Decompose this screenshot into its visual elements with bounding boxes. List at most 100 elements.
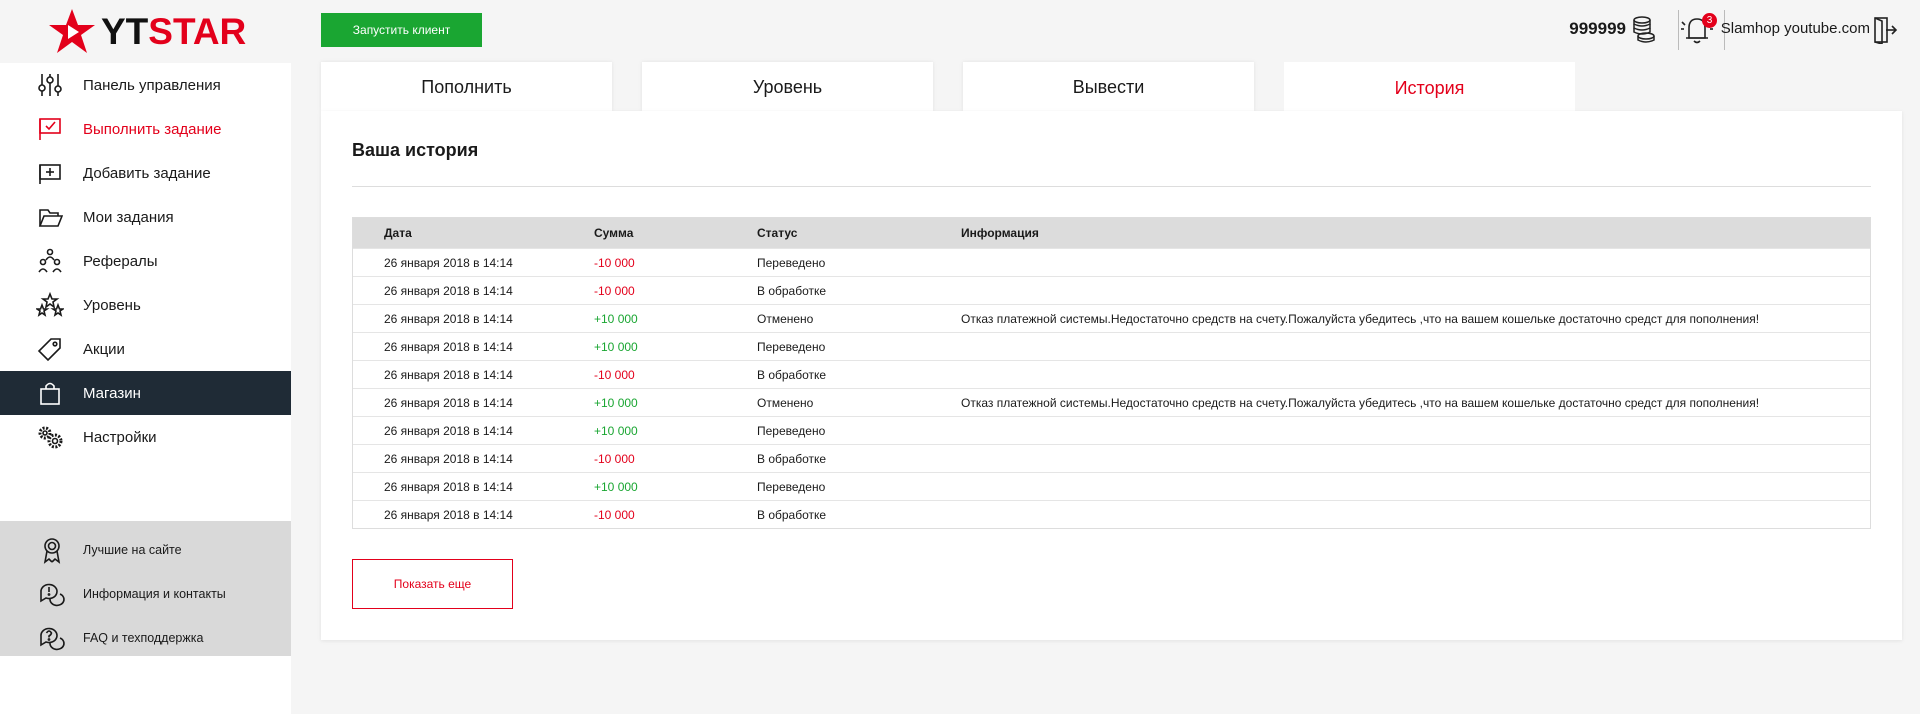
table-row: 26 января 2018 в 14:14 -10 000 Переведено [353,248,1870,276]
notifications-badge: 3 [1702,13,1717,28]
coins-icon [1633,16,1655,43]
tab-level[interactable]: Уровень [642,62,933,112]
cell-sum: +10 000 [594,479,638,494]
cell-info: Отказ платежной системы.Недостаточно сре… [961,311,1760,326]
cell-sum: +10 000 [594,339,638,354]
tab-withdraw[interactable]: Вывести [963,62,1254,112]
show-more-button[interactable]: Показать еще [352,559,513,609]
cell-status: Отменено [757,311,814,326]
cell-status: В обработке [757,367,827,382]
gears-icon [35,422,65,452]
column-header-sum: Сумма [594,226,634,240]
column-header-date: Дата [384,226,412,240]
cell-status: В обработке [757,507,827,522]
launch-client-button[interactable]: Запустить клиент [321,13,482,47]
sidebar-item-level[interactable]: Уровень [0,283,291,327]
logo[interactable]: YTSTAR [47,4,246,60]
logout-icon[interactable] [1872,16,1898,44]
cell-date: 26 января 2018 в 14:14 [384,479,513,494]
cell-date: 26 января 2018 в 14:14 [384,283,513,298]
column-header-status: Статус [757,226,798,240]
cell-date: 26 января 2018 в 14:14 [384,339,513,354]
sidebar-item-info[interactable]: Информация и контакты [0,572,291,616]
sidebar-item-dashboard[interactable]: Панель управления [0,63,291,107]
cell-sum: -10 000 [594,507,635,522]
history-table: Дата Сумма Статус Информация 26 января 2… [352,217,1871,529]
table-row: 26 января 2018 в 14:14 +10 000 Переведено [353,332,1870,360]
sliders-icon [35,70,65,100]
tag-icon [35,334,65,364]
cell-sum: +10 000 [594,423,638,438]
sidebar-item-best[interactable]: Лучшие на сайте [0,528,291,572]
sidebar-item-label: Магазин [83,384,141,402]
sidebar-item-label: Акции [83,340,125,358]
sidebar-item-faq[interactable]: FAQ и техподдержка [0,616,291,660]
table-header: Дата Сумма Статус Информация [353,218,1870,248]
referrals-icon [35,246,65,276]
sidebar-item-add-task[interactable]: Добавить задание [0,151,291,195]
sidebar-item-label: Добавить задание [83,164,211,182]
tab-deposit[interactable]: Пополнить [321,62,612,112]
brand-name: YTSTAR [101,11,247,52]
sidebar-item-label: Информация и контакты [83,587,226,601]
cell-status: Отменено [757,395,814,410]
chat-question-icon [37,623,67,653]
cell-sum: -10 000 [594,367,635,382]
cell-date: 26 января 2018 в 14:14 [384,255,513,270]
cell-date: 26 января 2018 в 14:14 [384,451,513,466]
cell-status: Переведено [757,423,826,438]
column-header-info: Информация [961,226,1039,240]
table-row: 26 января 2018 в 14:14 -10 000 В обработке [353,500,1870,528]
folder-icon [35,202,65,232]
sidebar-item-label: Выполнить задание [83,120,222,138]
cell-status: Переведено [757,255,826,270]
bag-icon [35,378,65,408]
page-title: Ваша история [352,140,479,160]
secondary-menu: Лучшие на сайте Информация и контакты FA… [0,521,291,656]
table-row: 26 января 2018 в 14:14 +10 000 Отменено Отк… [353,304,1870,332]
star-logo-icon [49,9,95,53]
chat-info-icon [37,579,67,609]
cell-sum: -10 000 [594,451,635,466]
cell-status: В обработке [757,283,827,298]
table-row: 26 января 2018 в 14:14 -10 000 В обработке [353,444,1870,472]
cell-date: 26 января 2018 в 14:14 [384,423,513,438]
sidebar-item-do-task[interactable]: Выполнить задание [0,107,291,151]
sidebar-item-label: Настройки [83,428,157,446]
sidebar-item-my-tasks[interactable]: Мои задания [0,195,291,239]
cell-sum: -10 000 [594,255,635,270]
top-bar: Запустить клиент 999999 3 Slamhop youtub… [291,0,1920,62]
sidebar-item-shop[interactable]: Магазин [0,371,291,415]
username[interactable]: Slamhop youtube.com [1721,20,1870,37]
table-row: 26 января 2018 в 14:14 +10 000 Переведено [353,416,1870,444]
sidebar-item-promos[interactable]: Акции [0,327,291,371]
sidebar-footer [0,656,291,714]
cell-sum: +10 000 [594,395,638,410]
cell-date: 26 января 2018 в 14:14 [384,395,513,410]
sidebar-item-settings[interactable]: Настройки [0,415,291,459]
cell-status: Переведено [757,479,826,494]
sidebar: YTSTAR Панель управления Выполнить задан… [0,0,291,714]
tab-history[interactable]: История [1284,62,1575,114]
cell-sum: -10 000 [594,283,635,298]
award-icon [37,535,67,565]
cell-date: 26 января 2018 в 14:14 [384,367,513,382]
sidebar-item-label: Лучшие на сайте [83,543,182,557]
flag-plus-icon [35,158,65,188]
table-row: 26 января 2018 в 14:14 -10 000 В обработке [353,360,1870,388]
table-row: 26 января 2018 в 14:14 +10 000 Отменено Отк… [353,388,1870,416]
cell-date: 26 января 2018 в 14:14 [384,311,513,326]
cell-status: Переведено [757,339,826,354]
cell-date: 26 января 2018 в 14:14 [384,507,513,522]
flag-check-icon [35,114,65,144]
sidebar-item-referrals[interactable]: Рефералы [0,239,291,283]
main-menu: Панель управления Выполнить задание Доба… [0,63,291,534]
table-row: 26 января 2018 в 14:14 -10 000 В обработке [353,276,1870,304]
sidebar-item-label: Панель управления [83,76,221,94]
sidebar-item-label: Рефералы [83,252,158,270]
cell-status: В обработке [757,451,827,466]
sidebar-item-label: Мои задания [83,208,174,226]
cell-info: Отказ платежной системы.Недостаточно сре… [961,395,1760,410]
divider [352,186,1871,187]
sidebar-item-label: FAQ и техподдержка [83,631,204,645]
